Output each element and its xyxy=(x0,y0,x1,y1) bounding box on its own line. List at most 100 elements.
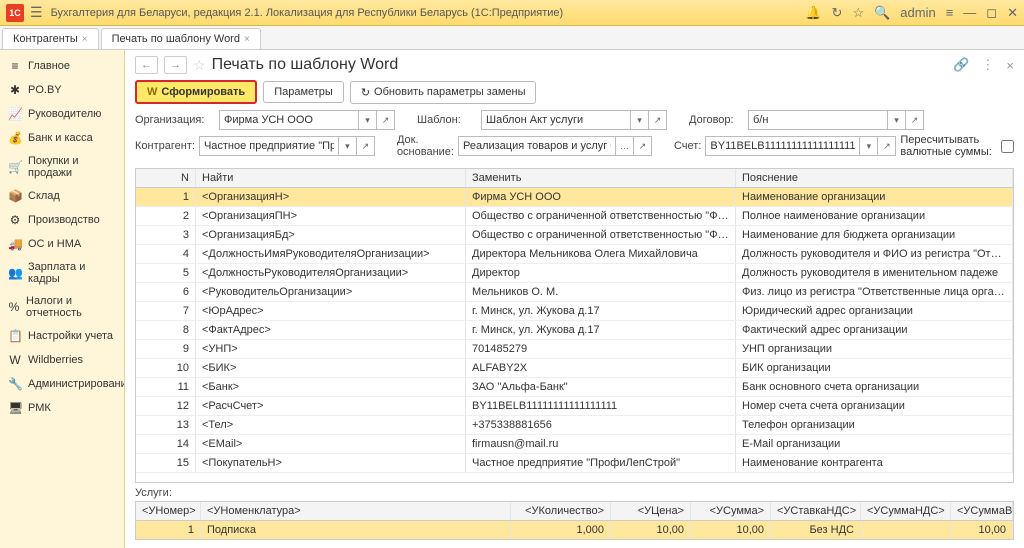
sidebar-item[interactable]: 🛒Покупки и продажи xyxy=(0,150,124,184)
sidebar: ≡Главное✱PO.BY📈Руководителю💰Банк и касса… xyxy=(0,50,125,548)
dropdown-icon[interactable]: ▾ xyxy=(631,110,649,130)
minimize-icon[interactable]: — xyxy=(963,5,976,20)
services-grid[interactable]: <УНомер> <УНоменклатура> <УКоличество> <… xyxy=(135,501,1014,540)
favorite-icon[interactable]: ☆ xyxy=(193,57,206,74)
table-row[interactable]: 7<ЮрАдрес>г. Минск, ул. Жукова д.17Юриди… xyxy=(136,302,1013,321)
sidebar-label: Настройки учета xyxy=(28,330,113,342)
table-row[interactable]: 11<Банк>ЗАО "Альфа-Банк"Банк основного с… xyxy=(136,378,1013,397)
cell-replace: Общество с ограниченной ответственностью… xyxy=(466,207,736,225)
form-button[interactable]: WСформировать xyxy=(135,80,257,104)
table-row[interactable]: 6<РуководительОрганизации>Мельников О. М… xyxy=(136,283,1013,302)
open-icon[interactable]: ↗ xyxy=(878,136,896,156)
maximize-icon[interactable]: ◻ xyxy=(986,5,997,21)
table-row[interactable]: 2<ОрганизацияПН>Общество с ограниченной … xyxy=(136,207,1013,226)
user-label[interactable]: admin xyxy=(900,5,935,20)
close-icon[interactable]: ✕ xyxy=(1007,5,1018,21)
org-field[interactable] xyxy=(219,110,359,130)
dropdown-icon[interactable]: ▾ xyxy=(359,110,377,130)
cell-explain: БИК организации xyxy=(736,359,1013,377)
sidebar-item[interactable]: 🚚ОС и НМА xyxy=(0,232,124,256)
col-uqty[interactable]: <УКоличество> xyxy=(511,502,611,520)
sidebar-item[interactable]: ⚙Производство xyxy=(0,208,124,232)
sidebar-item[interactable]: 📦Склад xyxy=(0,184,124,208)
col-uvat[interactable]: <УСтавкаНДС> xyxy=(771,502,861,520)
col-replace[interactable]: Заменить xyxy=(466,169,736,187)
app-logo: 1C xyxy=(6,4,24,22)
search-icon[interactable]: 🔍 xyxy=(874,5,890,21)
dropdown-icon[interactable]: ▾ xyxy=(860,136,878,156)
ellipsis-icon[interactable]: … xyxy=(616,136,634,156)
table-row[interactable]: 4<ДолжностьИмяРуководителяОрганизации>Ди… xyxy=(136,245,1013,264)
tab-contragents[interactable]: Контрагенты× xyxy=(2,28,99,49)
sidebar-item[interactable]: 📈Руководителю xyxy=(0,102,124,126)
recalc-checkbox[interactable] xyxy=(1001,140,1014,153)
table-row[interactable]: 15<ПокупательН>Частное предприятие "Проф… xyxy=(136,454,1013,473)
main-area: ← → ☆ Печать по шаблону Word 🔗 ⋮ × WСфор… xyxy=(125,50,1024,548)
open-icon[interactable]: ↗ xyxy=(377,110,395,130)
table-row[interactable]: 10<БИК>ALFABY2XБИК организации xyxy=(136,359,1013,378)
cell-find: <EMail> xyxy=(196,435,466,453)
col-utot[interactable]: <УСуммаВсего> xyxy=(951,502,1013,520)
forward-icon[interactable]: → xyxy=(164,56,187,74)
table-row[interactable]: 5<ДолжностьРуководителяОрганизации>Дирек… xyxy=(136,264,1013,283)
update-button[interactable]: ↻Обновить параметры замены xyxy=(350,81,537,104)
open-icon[interactable]: ↗ xyxy=(357,136,375,156)
more-icon[interactable]: ⋮ xyxy=(981,57,994,73)
sidebar-item[interactable]: 🔧Администрирование xyxy=(0,372,124,396)
doc-label: Док. основание: xyxy=(397,134,454,158)
col-explain[interactable]: Пояснение xyxy=(736,169,1013,187)
open-icon[interactable]: ↗ xyxy=(634,136,652,156)
table-row[interactable]: 9<УНП>701485279УНП организации xyxy=(136,340,1013,359)
cell-explain: Наименование контрагента xyxy=(736,454,1013,472)
acc-field[interactable] xyxy=(705,136,860,156)
params-button[interactable]: Параметры xyxy=(263,81,344,103)
close-icon[interactable]: × xyxy=(244,34,250,45)
col-n[interactable]: N xyxy=(136,169,196,187)
col-uvsum[interactable]: <УСуммаНДС> xyxy=(861,502,951,520)
back-icon[interactable]: ← xyxy=(135,56,158,74)
table-row[interactable]: 1Подписка1,00010,0010,00Без НДС10,00 xyxy=(136,521,1013,539)
menu-icon[interactable]: ☰ xyxy=(30,4,43,21)
link-icon[interactable]: 🔗 xyxy=(953,57,969,73)
tpl-field[interactable] xyxy=(481,110,631,130)
sidebar-item[interactable]: ≡Главное xyxy=(0,54,124,78)
open-icon[interactable]: ↗ xyxy=(906,110,924,130)
cell-n: 15 xyxy=(136,454,196,472)
dog-field[interactable] xyxy=(748,110,888,130)
tab-print-template[interactable]: Печать по шаблону Word× xyxy=(101,28,261,49)
cell: 10,00 xyxy=(691,521,771,539)
table-row[interactable]: 1<ОрганизацияН>Фирма УСН ОООНаименование… xyxy=(136,188,1013,207)
history-icon[interactable]: ↻ xyxy=(832,5,843,21)
col-find[interactable]: Найти xyxy=(196,169,466,187)
col-uprice[interactable]: <УЦена> xyxy=(611,502,691,520)
close-icon[interactable]: × xyxy=(1006,58,1014,73)
table-row[interactable]: 3<ОрганизацияБд>Общество с ограниченной … xyxy=(136,226,1013,245)
col-unom[interactable]: <УНоменклатура> xyxy=(201,502,511,520)
close-icon[interactable]: × xyxy=(82,34,88,45)
dropdown-icon[interactable]: ▾ xyxy=(339,136,357,156)
cell-n: 12 xyxy=(136,397,196,415)
cell-explain: Должность руководителя и ФИО из регистра… xyxy=(736,245,1013,263)
ka-field[interactable] xyxy=(199,136,339,156)
table-row[interactable]: 14<EMail>firmausn@mail.ruE-Mail организа… xyxy=(136,435,1013,454)
table-row[interactable]: 8<ФактАдрес>г. Минск, ул. Жукова д.17Фак… xyxy=(136,321,1013,340)
col-usum[interactable]: <УСумма> xyxy=(691,502,771,520)
main-grid[interactable]: N Найти Заменить Пояснение 1<Организация… xyxy=(135,168,1014,483)
sidebar-item[interactable]: WWildberries xyxy=(0,348,124,372)
cell-n: 7 xyxy=(136,302,196,320)
sidebar-item[interactable]: 💰Банк и касса xyxy=(0,126,124,150)
table-row[interactable]: 13<Тел>+375338881656Телефон организации xyxy=(136,416,1013,435)
open-icon[interactable]: ↗ xyxy=(649,110,667,130)
sidebar-item[interactable]: 📋Настройки учета xyxy=(0,324,124,348)
table-row[interactable]: 12<РасчСчет>BY11BELB11111111111111111Ном… xyxy=(136,397,1013,416)
sidebar-item[interactable]: 👥Зарплата и кадры xyxy=(0,256,124,290)
col-unum[interactable]: <УНомер> xyxy=(136,502,201,520)
sidebar-item[interactable]: 🖥РМК xyxy=(0,396,124,420)
sidebar-item[interactable]: ✱PO.BY xyxy=(0,78,124,102)
doc-field[interactable] xyxy=(458,136,616,156)
dropdown-icon[interactable]: ▾ xyxy=(888,110,906,130)
bell-icon[interactable]: 🔔 xyxy=(805,5,821,21)
star-icon[interactable]: ☆ xyxy=(852,5,864,21)
sidebar-item[interactable]: %Налоги и отчетность xyxy=(0,290,124,324)
settings-icon[interactable]: ≡ xyxy=(946,5,954,20)
